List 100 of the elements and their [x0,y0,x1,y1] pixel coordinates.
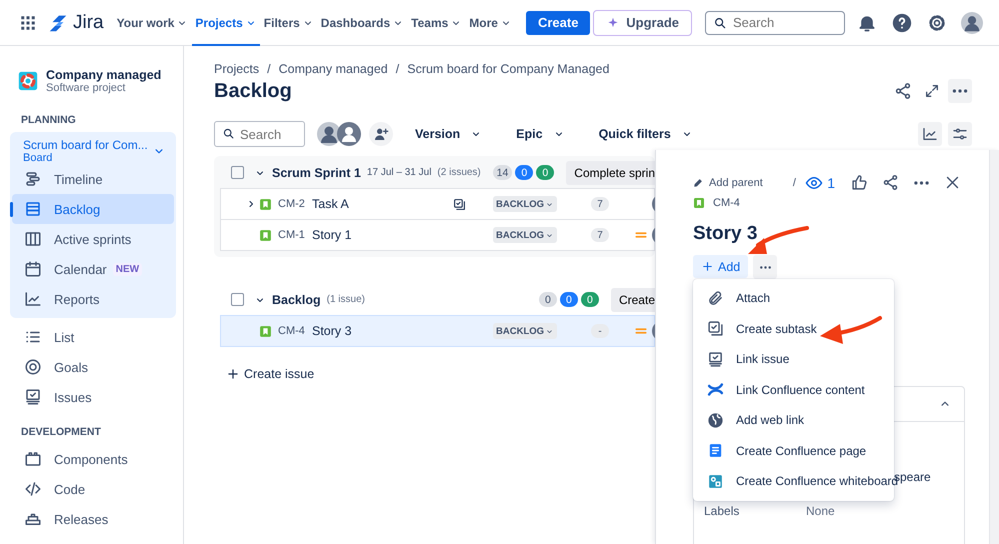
field-value: None [806,504,835,518]
menu-item[interactable]: Create Confluence page [693,436,894,466]
create-issue-button[interactable]: Create issue [226,367,314,381]
board-name[interactable]: Scrum board for Com... [23,138,148,152]
add-parent-link[interactable]: Add parent [709,176,763,188]
page-title: Backlog [214,80,292,102]
story-icon [693,197,705,209]
story-icon [259,324,272,338]
sidebar-item[interactable]: Calendar NEW [12,254,174,284]
sliders-button[interactable] [948,122,972,146]
breadcrumb-separator: / [396,62,400,76]
issue-key: CM-1 [278,229,312,241]
close-icon [944,174,961,191]
thumbs-up-icon [851,174,868,191]
filter-dropdown[interactable]: Quick filters [594,127,697,141]
estimate: 7 [591,197,609,211]
issue-key: CM-4 [278,325,312,337]
add-button[interactable]: Add [693,255,748,278]
nav-menu[interactable]: Filters [260,0,317,46]
expand-icon [924,83,940,99]
plus-icon [701,260,714,273]
nav-menu[interactable]: Dashboards [318,0,408,46]
sidebar-item[interactable]: Components [12,444,174,474]
nav-menu[interactable]: Projects [192,0,260,46]
status-dropdown[interactable]: BACKLOG [493,196,558,212]
search-icon [222,127,235,140]
whiteboard-icon [707,472,724,490]
issue-row[interactable]: CM-4 Story 3 BACKLOG - [220,315,655,347]
sidebar-item[interactable]: Reports [12,284,174,314]
menu-item[interactable]: Link issue [693,344,894,374]
sidebar-item[interactable]: Issues [12,382,174,412]
filter-dropdown[interactable]: Version [411,127,486,141]
estimate: - [591,324,609,338]
sidebar-item[interactable]: List [12,322,174,352]
nav-menu[interactable]: Your work [114,0,192,46]
status-dropdown[interactable]: BACKLOG [493,323,558,339]
sidebar-item[interactable]: Backlog [12,194,174,224]
menu-item[interactable]: Add web link [693,405,894,436]
breadcrumb-link[interactable]: Scrum board for Company Managed [407,62,610,76]
item-label: List [54,330,74,344]
issue-count: (1 issue) [326,294,365,305]
paperclip-icon [707,290,724,307]
nav-menu[interactable]: More [466,0,515,46]
more-button[interactable] [753,255,778,279]
item-label: Components [54,452,128,466]
nav-menu[interactable]: Teams [408,0,466,46]
annotation-arrow [820,316,882,344]
confluence-icon [707,381,724,398]
search-field[interactable]: Search [214,121,305,147]
issue-summary: Task A [312,197,350,211]
menu-item[interactable]: Create subtask [693,314,894,344]
code-icon [24,480,42,498]
separator: / [792,176,796,188]
components-icon [24,450,42,468]
menu-item[interactable]: Link Confluence content [693,374,894,405]
checkbox[interactable] [231,166,244,179]
breadcrumb-separator: / [267,62,271,76]
filter-dropdown[interactable]: Epic [512,127,569,141]
status-dropdown[interactable]: BACKLOG [493,227,558,243]
sprint-action-button[interactable]: Create [610,288,655,312]
sidebar-item[interactable]: Timeline [12,164,174,194]
sidebar-item[interactable]: Active sprints [12,224,174,254]
more-button[interactable] [948,79,972,103]
upgrade-button[interactable]: Upgrade [593,10,692,36]
issue-key[interactable]: CM-4 [713,197,740,209]
issue-row[interactable]: CM-2 Task A BACKLOG 7 [220,188,655,220]
issue-row[interactable]: CM-1 Story 1 BACKLOG 7 [220,219,655,251]
create-button[interactable]: Create [526,10,590,34]
chart-button[interactable] [918,122,942,146]
search-field[interactable]: Search [705,10,845,34]
item-label: Timeline [54,172,103,186]
add-people-icon [373,126,389,142]
more-icon [952,89,968,93]
monitor-icon [24,388,42,406]
breadcrumb-link[interactable]: Company managed [278,62,388,76]
issue-summary: Story 3 [312,324,353,338]
item-label: Code [54,482,86,496]
sprint-dates: 17 Jul – 31 Jul [366,167,432,178]
pencil-icon [693,178,703,188]
add-people-button[interactable] [369,122,393,146]
plus-icon [226,367,240,381]
sprint-action-button[interactable]: Complete sprin [566,160,655,184]
sprint-name: Backlog [272,292,321,306]
item-label: Reports [54,292,100,306]
page-icon [707,442,724,460]
share-icon [894,82,912,100]
sidebar-item[interactable]: Code [12,474,174,504]
checkbox[interactable] [231,293,244,306]
sidebar-item[interactable]: Releases [12,504,174,534]
issue-title: Story 3 [693,223,758,245]
breadcrumb-link[interactable]: Projects [214,62,260,76]
avatar-icon [961,12,983,34]
watch-button[interactable]: 1 [805,174,835,192]
issue-count: (2 issues) [437,167,481,178]
annotation-arrow [748,226,809,254]
columns-icon [24,230,42,248]
sidebar-item[interactable]: Goals [12,352,174,382]
project-type: Software project [46,82,126,94]
chart-icon [922,126,938,142]
menu-item[interactable]: Attach [693,283,894,314]
